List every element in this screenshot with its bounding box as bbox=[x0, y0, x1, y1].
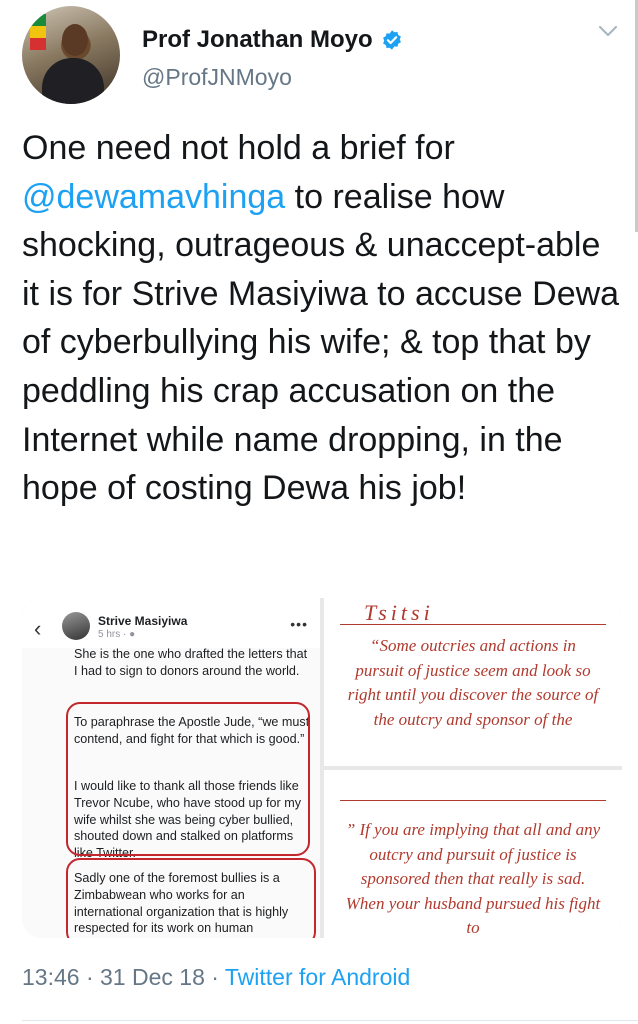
rule-line bbox=[340, 624, 606, 625]
media-image-quote-bottom[interactable]: ” If you are implying that all and any o… bbox=[324, 770, 622, 938]
quote-text: “Some outcries and actions in pursuit of… bbox=[347, 636, 599, 729]
handwritten-signature: Tsitsi bbox=[364, 600, 434, 625]
author-name[interactable]: Prof Jonathan Moyo bbox=[142, 26, 373, 54]
fb-paragraph: She is the one who drafted the letters t… bbox=[74, 647, 308, 678]
red-ink-bracket bbox=[66, 702, 310, 856]
verified-badge-icon bbox=[382, 30, 401, 50]
tweet-date[interactable]: 31 Dec 18 bbox=[100, 964, 205, 990]
red-ink-bracket bbox=[66, 858, 316, 938]
flag-graphic bbox=[30, 14, 46, 50]
quote-text: ” If you are implying that all and any o… bbox=[345, 820, 601, 937]
fb-poster-name: Strive Masiyiwa bbox=[98, 614, 188, 628]
fb-post-time-text: 5 hrs · bbox=[98, 629, 130, 640]
meta-separator: · bbox=[204, 964, 225, 990]
avatar-figure bbox=[42, 58, 104, 104]
avatar[interactable] bbox=[22, 6, 120, 104]
meta-separator: · bbox=[79, 964, 101, 990]
fb-post-body: She is the one who drafted the letters t… bbox=[22, 647, 320, 938]
tweet-meta: 13:46 · 31 Dec 18 · Twitter for Android bbox=[22, 964, 410, 991]
chevron-down-icon[interactable] bbox=[598, 24, 618, 38]
fb-post-time: 5 hrs · ● bbox=[98, 629, 135, 640]
media-grid: ‹ Strive Masiyiwa 5 hrs · ● ••• She is t… bbox=[22, 598, 622, 938]
rule-line bbox=[340, 800, 606, 801]
fb-avatar bbox=[62, 612, 90, 640]
author-handle[interactable]: @ProfJNMoyo bbox=[142, 64, 292, 91]
divider bbox=[22, 1020, 638, 1021]
more-icon: ••• bbox=[290, 616, 308, 632]
media-image-facebook-post[interactable]: ‹ Strive Masiyiwa 5 hrs · ● ••• She is t… bbox=[22, 598, 320, 938]
name-row: Prof Jonathan Moyo bbox=[142, 26, 403, 54]
globe-icon: ● bbox=[129, 629, 136, 640]
avatar-face bbox=[62, 24, 88, 56]
fb-post-header: ‹ Strive Masiyiwa 5 hrs · ● ••• bbox=[22, 598, 320, 648]
mention-link[interactable]: @dewamavhinga bbox=[22, 178, 285, 216]
tweet-text-part: One need not hold a brief for bbox=[22, 129, 455, 167]
tweet-text-part: to realise how shocking, outrageous & un… bbox=[22, 177, 620, 508]
tweet-source-link[interactable]: Twitter for Android bbox=[225, 964, 410, 990]
tweet-time[interactable]: 13:46 bbox=[22, 964, 80, 990]
tweet-text: One need not hold a brief for @dewamavhi… bbox=[22, 124, 622, 513]
tweet-header: Prof Jonathan Moyo @ProfJNMoyo bbox=[22, 6, 622, 106]
media-image-quote-top[interactable]: Tsitsi “Some outcries and actions in pur… bbox=[324, 598, 622, 766]
back-arrow-icon: ‹ bbox=[34, 616, 42, 641]
